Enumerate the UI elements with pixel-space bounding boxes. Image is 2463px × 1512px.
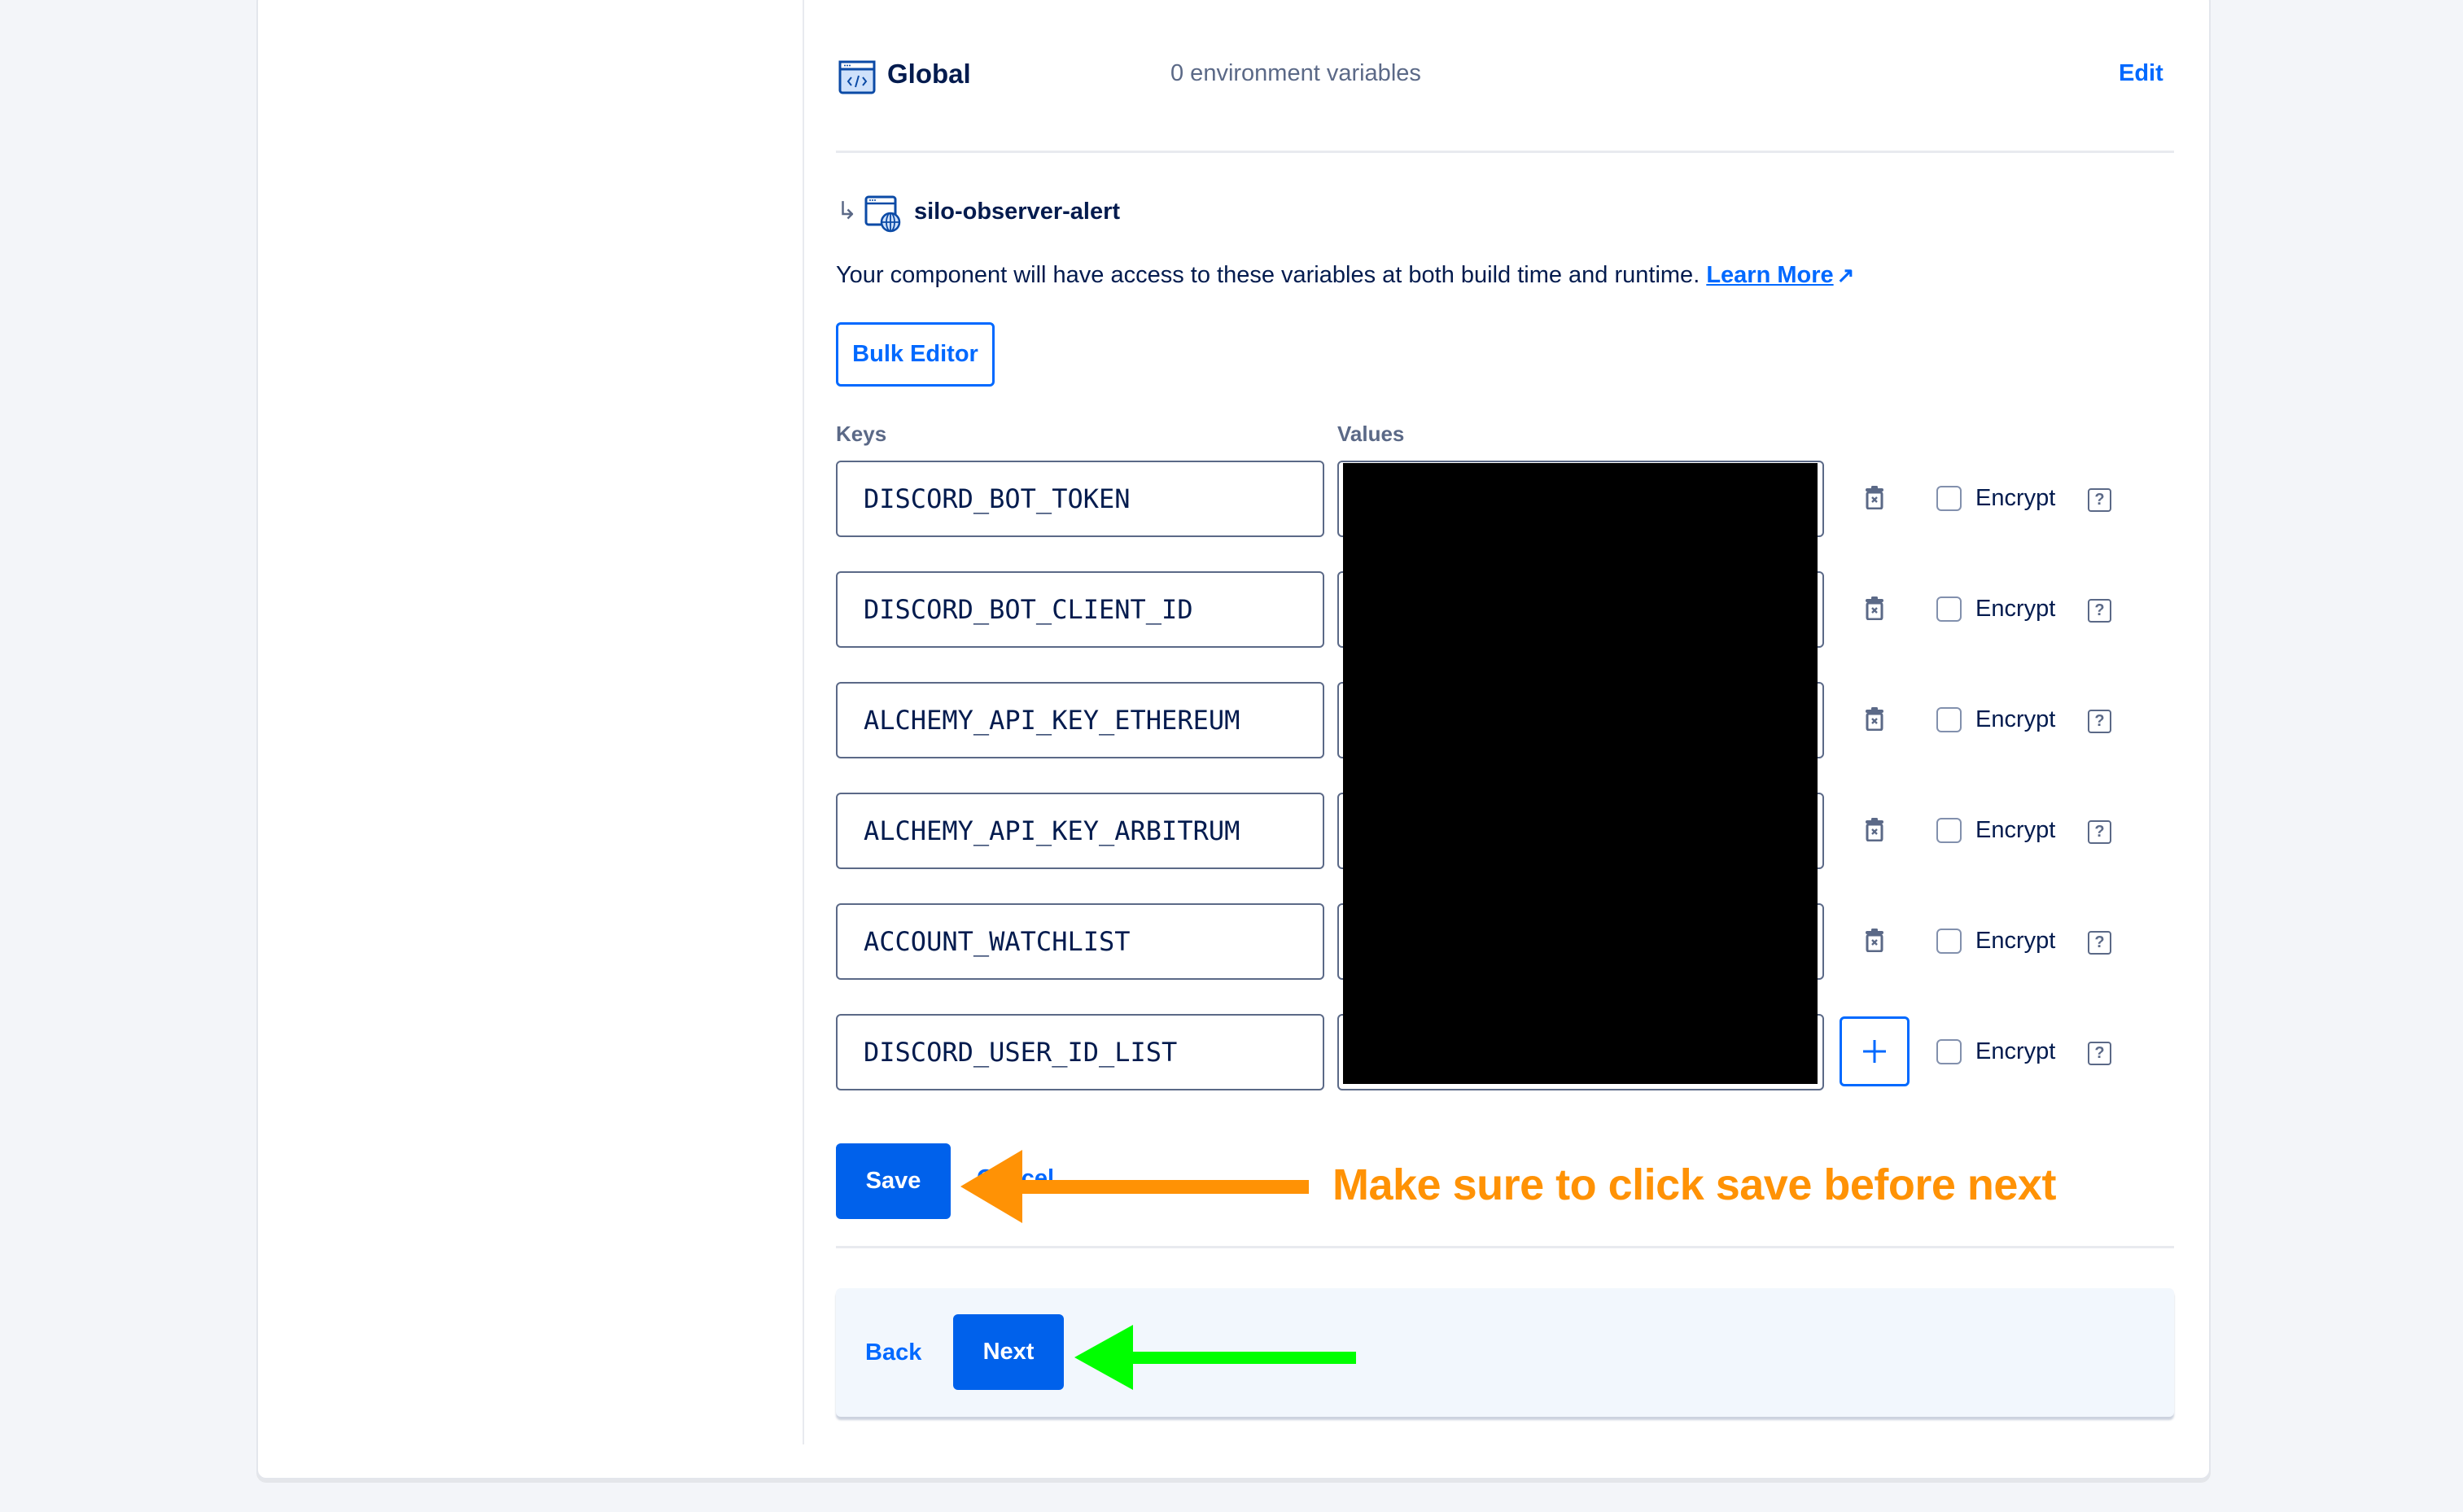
help-icon[interactable]: ?	[2088, 931, 2111, 955]
help-icon[interactable]: ?	[2088, 820, 2111, 844]
redacted-values	[1343, 463, 1818, 1084]
encrypt-checkbox[interactable]	[1936, 1039, 1962, 1064]
code-window-icon	[838, 60, 876, 94]
trash-icon	[1866, 818, 1883, 842]
delete-row-button[interactable]	[1864, 596, 1885, 621]
web-app-icon	[864, 195, 901, 233]
trash-icon	[1866, 486, 1883, 510]
save-button[interactable]: Save	[836, 1143, 951, 1219]
green-arrow-icon	[1074, 1325, 1356, 1390]
encrypt-checkbox[interactable]	[1936, 596, 1962, 622]
encrypt-label: Encrypt	[1975, 928, 2056, 954]
encrypt-checkbox[interactable]	[1936, 707, 1962, 732]
next-button[interactable]: Next	[953, 1314, 1064, 1390]
back-button[interactable]: Back	[865, 1339, 921, 1366]
encrypt-label: Encrypt	[1975, 485, 2056, 511]
plus-icon	[1863, 1040, 1886, 1063]
key-input[interactable]: DISCORD_BOT_TOKEN	[836, 461, 1324, 537]
component-name: silo-observer-alert	[914, 199, 1121, 225]
help-icon[interactable]: ?	[2088, 710, 2111, 733]
edit-global-link[interactable]: Edit	[2119, 60, 2163, 87]
delete-row-button[interactable]	[1864, 928, 1885, 953]
key-input[interactable]: ALCHEMY_API_KEY_ETHEREUM	[836, 682, 1324, 758]
trash-icon	[1866, 707, 1883, 732]
column-divider	[803, 0, 804, 1444]
encrypt-label: Encrypt	[1975, 596, 2056, 622]
global-variable-count: 0 environment variables	[1170, 60, 1421, 86]
bulk-editor-button[interactable]: Bulk Editor	[836, 322, 995, 387]
encrypt-label: Encrypt	[1975, 1038, 2056, 1064]
key-input[interactable]: DISCORD_USER_ID_LIST	[836, 1014, 1324, 1090]
help-icon[interactable]: ?	[2088, 599, 2111, 623]
external-link-icon: ↗	[1836, 263, 1855, 287]
trash-icon	[1866, 929, 1883, 953]
encrypt-checkbox[interactable]	[1936, 818, 1962, 843]
help-icon[interactable]: ?	[2088, 1042, 2111, 1065]
encrypt-checkbox[interactable]	[1936, 929, 1962, 954]
encrypt-label: Encrypt	[1975, 706, 2056, 732]
key-input[interactable]: ALCHEMY_API_KEY_ARBITRUM	[836, 793, 1324, 869]
annotation-text: Make sure to click save before next	[1332, 1160, 2056, 1209]
encrypt-checkbox[interactable]	[1936, 486, 1962, 511]
key-input[interactable]: ACCOUNT_WATCHLIST	[836, 903, 1324, 980]
values-header: Values	[1337, 422, 1405, 446]
orange-arrow-icon	[960, 1150, 1309, 1223]
description-text: Your component will have access to these…	[836, 262, 1700, 288]
component-description: Your component will have access to these…	[836, 262, 1854, 289]
delete-row-button[interactable]	[1864, 706, 1885, 732]
trash-icon	[1866, 596, 1883, 621]
sub-item-arrow-icon: ↳	[837, 198, 858, 225]
keys-header: Keys	[836, 422, 887, 446]
delete-row-button[interactable]	[1864, 817, 1885, 842]
delete-row-button[interactable]	[1864, 485, 1885, 510]
section-divider	[836, 1246, 2174, 1248]
encrypt-label: Encrypt	[1975, 817, 2056, 843]
add-row-button[interactable]	[1840, 1016, 1910, 1086]
learn-more-link[interactable]: Learn More	[1706, 262, 1833, 288]
key-input[interactable]: DISCORD_BOT_CLIENT_ID	[836, 571, 1324, 648]
global-title: Global	[887, 59, 971, 89]
help-icon[interactable]: ?	[2088, 488, 2111, 512]
section-divider	[836, 151, 2174, 153]
